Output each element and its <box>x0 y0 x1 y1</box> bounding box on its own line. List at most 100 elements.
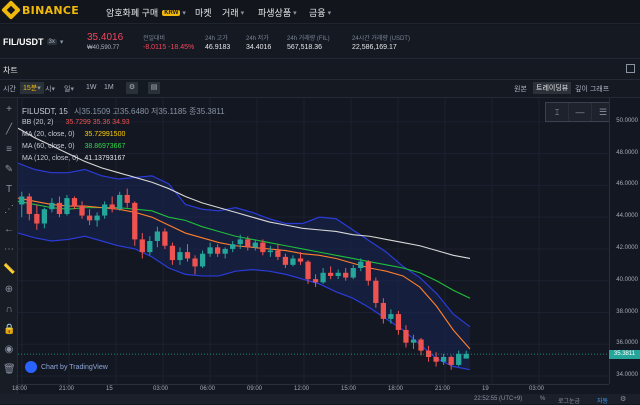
pattern-icon[interactable]: ⋰ <box>3 204 15 216</box>
settings-icon[interactable]: ⚙ <box>126 82 138 94</box>
candle-body <box>154 231 161 241</box>
candle-body <box>410 339 417 343</box>
last-price-krw: ₩40,590.77 <box>87 45 120 51</box>
text-icon[interactable]: T <box>3 184 15 196</box>
candle-body <box>395 314 402 330</box>
candle-type-icon[interactable]: ▤ <box>148 82 160 94</box>
nav-item-finance[interactable]: 금융 ▾ <box>309 6 331 19</box>
nav-item-derivatives[interactable]: 파생상품 ▾ <box>258 6 297 19</box>
nav-item-trade[interactable]: 거래 ▾ <box>222 6 244 19</box>
time-axis[interactable]: 18:00 21:00 15 03:00 06:00 09:00 12:00 15:00 18:… <box>12 384 609 394</box>
interval-day-button[interactable]: 일▾ <box>64 84 74 94</box>
candle-body <box>237 239 243 245</box>
leverage-badge: 3x <box>46 39 57 45</box>
arrow-left-icon[interactable]: ← <box>3 224 15 236</box>
legend-ma20: MA (20, close, 0) 35.72991500 <box>22 131 125 138</box>
lock-icon[interactable]: 🔒 <box>3 324 15 336</box>
clock-time: 22:52:55 (UTC+9) <box>474 396 523 402</box>
change-label: 전일대비 <box>143 36 166 42</box>
chart-toolbar: 시간 15분▾ 시▾ 일▾ 1W 1M ⚙ ▤ 원본 트레이딩뷰 깊이 그래프 <box>0 80 640 98</box>
time-tick-label: 15 <box>106 386 113 392</box>
chart-title: 차트 <box>3 66 18 75</box>
candle-body <box>365 261 371 281</box>
candle-body <box>260 242 266 253</box>
high-value: 46.9183 <box>205 44 231 51</box>
candle-body <box>335 272 341 276</box>
candle-body <box>34 213 40 224</box>
status-bar: 22:52:55 (UTC+9) % 로그눈금 자동 ⚙ <box>0 394 640 405</box>
time-tick-label: 03:00 <box>153 386 169 392</box>
symbol-selector[interactable]: FIL/USDT 3x ▾ <box>3 37 63 47</box>
symbol-name: FIL/USDT <box>3 37 44 47</box>
candle-body <box>169 245 176 261</box>
trend-line-icon[interactable]: ╱ <box>3 124 15 136</box>
text-cursor-icon[interactable]: 𝙸 <box>546 103 569 121</box>
candle-body <box>101 204 108 216</box>
candle-body <box>86 215 93 221</box>
chevron-down-icon: ▾ <box>240 9 245 17</box>
binance-logo[interactable]: BINANCE <box>1 0 79 20</box>
krw-badge: KRW <box>162 9 181 16</box>
view-depth-tab[interactable]: 깊이 그래프 <box>575 84 609 94</box>
chevron-down-icon: ▾ <box>51 86 55 93</box>
candle-body <box>19 196 25 205</box>
candle-body <box>162 231 168 246</box>
candle-body <box>282 256 289 265</box>
fib-icon[interactable]: ≡ <box>3 144 15 156</box>
legend-ma60-value: 38.86973667 <box>84 143 126 150</box>
fullscreen-icon[interactable] <box>626 64 635 73</box>
watermark-text: Chart by TradingView <box>41 363 108 371</box>
candle-body <box>327 272 334 276</box>
candle-body <box>290 258 296 265</box>
interval-15m-button[interactable]: 15분▾ <box>20 82 44 94</box>
candle-body <box>388 314 394 319</box>
nav-item-buy-crypto[interactable]: 암호화폐 구매 KRW ▾ <box>106 6 186 19</box>
time-label: 시간 <box>3 86 16 93</box>
settings-icon[interactable]: ⚙ <box>620 395 626 403</box>
candle-body <box>41 209 48 224</box>
candle-body <box>463 353 469 359</box>
chevron-down-icon: ▾ <box>293 9 297 17</box>
percent-toggle[interactable]: % <box>540 396 545 402</box>
horizontal-line-icon[interactable]: — <box>569 103 592 121</box>
volume-fil-value: 567,518.36 <box>287 44 323 51</box>
price-axis[interactable]: 50.0000 48.0000 46.0000 44.0000 42.0000 40.00… <box>609 98 640 384</box>
chart-plot[interactable] <box>18 98 609 384</box>
prediction-icon[interactable]: ⋯ <box>3 244 15 256</box>
top-navigation: BINANCE 암호화폐 구매 KRW ▾ 마켓 거래 ▾ 파생상품 ▾ 금융 … <box>0 0 640 24</box>
candle-body <box>305 261 311 280</box>
price-tick-label: 50.0000 <box>616 117 638 124</box>
interval-month-button[interactable]: 1M <box>104 84 114 91</box>
legend-ma60: MA (60, close, 0) 38.86973667 <box>22 143 125 150</box>
candle-body <box>109 204 115 210</box>
candle-body <box>79 206 85 216</box>
legend-ma120-label: MA (120, close, 0) <box>22 155 79 162</box>
price-tick-label: 38.0000 <box>616 308 638 315</box>
eye-icon[interactable]: ◉ <box>3 344 15 356</box>
candle-body <box>433 356 439 362</box>
candle-body <box>222 248 228 254</box>
volume-fil-label: 24h 거래량 (FIL) <box>287 36 330 42</box>
candle-body <box>245 239 251 248</box>
crosshair-icon[interactable]: + <box>3 104 15 116</box>
interval-hour-button[interactable]: 시▾ <box>45 84 55 94</box>
candle-body <box>320 272 326 283</box>
nav-item-markets[interactable]: 마켓 <box>195 6 212 19</box>
tradingview-watermark[interactable]: Chart by TradingView <box>25 361 108 373</box>
magnet-icon[interactable]: ∩ <box>3 304 15 316</box>
price-tick-label: 42.0000 <box>616 244 638 251</box>
last-price: 35.4016 <box>87 32 124 43</box>
volume-usdt-value: 22,586,169.17 <box>352 44 397 51</box>
price-tick-label: 44.0000 <box>616 213 638 220</box>
trash-icon[interactable]: 🗑 <box>3 364 16 376</box>
chart-svg <box>18 98 609 384</box>
zoom-in-icon[interactable]: ⊕ <box>3 284 15 296</box>
candle-body <box>147 241 153 253</box>
view-original-tab[interactable]: 원본 <box>514 84 527 94</box>
price-tick-label: 36.0000 <box>616 340 638 347</box>
ruler-icon[interactable]: 📏 <box>3 264 15 276</box>
interval-week-button[interactable]: 1W <box>86 84 97 91</box>
view-tradingview-tab[interactable]: 트레이딩뷰 <box>533 82 572 94</box>
brush-icon[interactable]: ✎ <box>3 164 15 176</box>
chevron-down-icon: ▾ <box>182 9 186 17</box>
